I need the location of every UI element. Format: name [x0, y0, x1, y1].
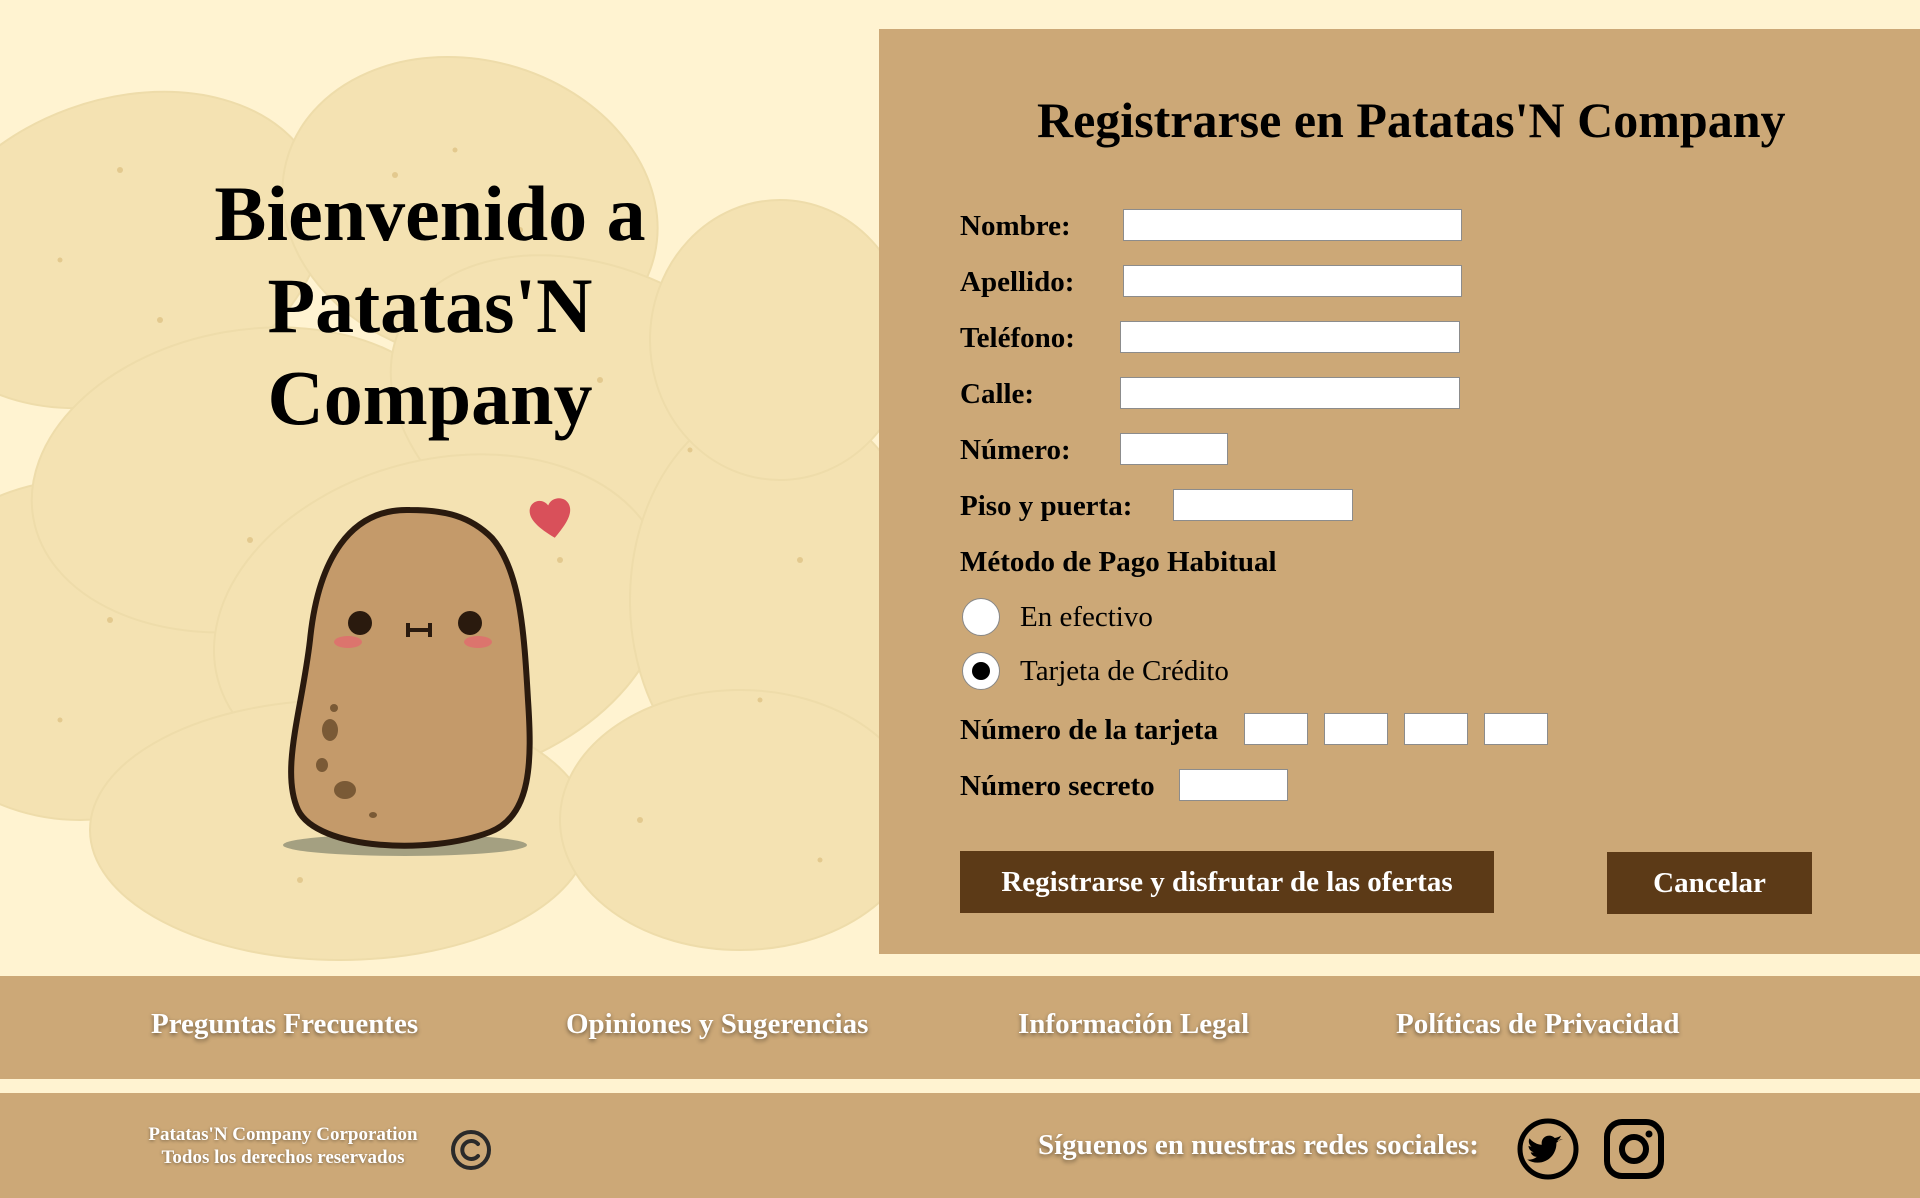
twitter-icon[interactable]: [1517, 1118, 1579, 1180]
corporation-name: Patatas'N Company Corporation: [148, 1124, 418, 1145]
cancel-button[interactable]: Cancelar: [1607, 852, 1812, 914]
credit-card-radio-label: Tarjeta de Crédito: [1020, 654, 1229, 687]
calle-input[interactable]: [1120, 377, 1460, 409]
instagram-icon[interactable]: [1603, 1118, 1665, 1180]
credit-card-radio[interactable]: [962, 652, 1000, 690]
secret-number-input[interactable]: [1179, 769, 1288, 801]
nombre-input[interactable]: [1123, 209, 1462, 241]
legal-info-link[interactable]: Información Legal: [1018, 1008, 1249, 1041]
card-number-input-2[interactable]: [1324, 713, 1388, 745]
hero-section: Bienvenido a Patatas'N Company: [0, 0, 880, 976]
card-number-input-3[interactable]: [1404, 713, 1468, 745]
card-number-input-4[interactable]: [1484, 713, 1548, 745]
welcome-line-3: Company: [267, 354, 593, 441]
feedback-link[interactable]: Opiniones y Sugerencias: [566, 1008, 868, 1041]
telefono-input[interactable]: [1120, 321, 1460, 353]
registration-panel: Registrarse en Patatas'N Company Nombre:…: [879, 29, 1920, 954]
footer-links-bar: Preguntas Frecuentes Opiniones y Sugeren…: [0, 976, 1920, 1079]
corporation-info: Patatas'N Company Corporation Todos los …: [138, 1123, 428, 1169]
register-button[interactable]: Registrarse y disfrutar de las ofertas: [960, 851, 1494, 913]
cash-radio-label: En efectivo: [1020, 600, 1153, 633]
privacy-policy-link[interactable]: Políticas de Privacidad: [1396, 1008, 1680, 1041]
numero-input[interactable]: [1120, 433, 1228, 465]
payment-option-credit-card[interactable]: Tarjeta de Crédito: [962, 652, 1229, 690]
form-title: Registrarse en Patatas'N Company: [1037, 92, 1786, 148]
potato-mascot-icon: [283, 506, 533, 856]
card-number-label: Número de la tarjeta: [960, 714, 1218, 746]
piso-label: Piso y puerta:: [960, 490, 1133, 522]
payment-option-cash[interactable]: En efectivo: [962, 598, 1153, 636]
piso-input[interactable]: [1173, 489, 1353, 521]
welcome-line-2: Patatas'N: [267, 262, 593, 349]
telefono-label: Teléfono:: [960, 322, 1075, 354]
card-number-input-1[interactable]: [1244, 713, 1308, 745]
bottom-bar: Patatas'N Company Corporation Todos los …: [0, 1093, 1920, 1198]
apellido-label: Apellido:: [960, 266, 1075, 298]
faq-link[interactable]: Preguntas Frecuentes: [151, 1008, 418, 1041]
numero-label: Número:: [960, 434, 1071, 466]
payment-method-title: Método de Pago Habitual: [960, 546, 1277, 578]
welcome-heading: Bienvenido a Patatas'N Company: [130, 168, 730, 444]
apellido-input[interactable]: [1123, 265, 1462, 297]
calle-label: Calle:: [960, 378, 1035, 410]
secret-number-label: Número secreto: [960, 770, 1155, 802]
cash-radio[interactable]: [962, 598, 1000, 636]
copyright-icon: [451, 1130, 491, 1170]
heart-icon: [529, 498, 571, 538]
welcome-line-1: Bienvenido a: [214, 170, 646, 257]
rights-reserved-text: Todos los derechos reservados: [161, 1147, 405, 1168]
follow-us-text: Síguenos en nuestras redes sociales:: [1038, 1129, 1479, 1161]
nombre-label: Nombre:: [960, 210, 1071, 242]
